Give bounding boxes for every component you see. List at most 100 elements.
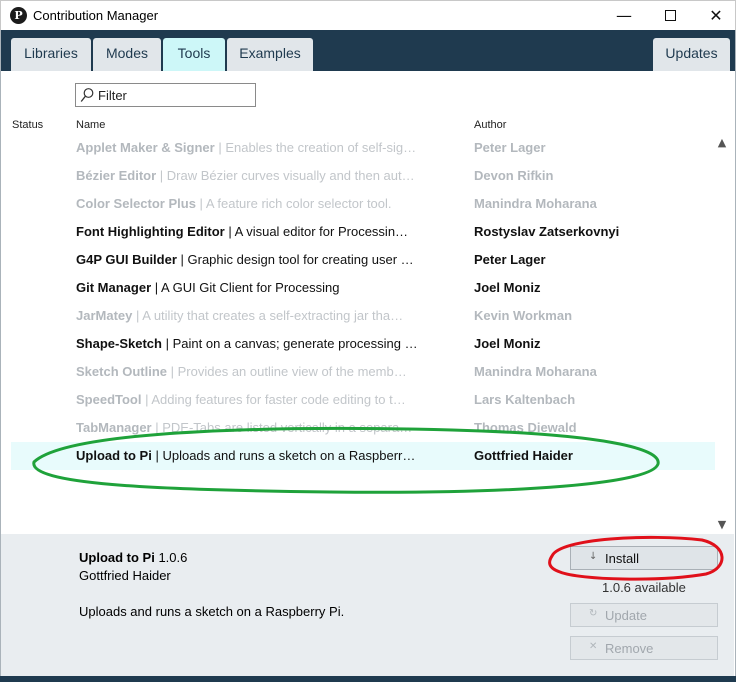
detail-version: 1.0.6 xyxy=(154,550,188,565)
table-row[interactable]: Shape-Sketch | Paint on a canvas; genera… xyxy=(11,330,715,358)
tab-libraries[interactable]: Libraries xyxy=(11,38,91,71)
table-row[interactable]: SpeedTool | Adding features for faster c… xyxy=(11,386,715,414)
row-name: Applet Maker & Signer | Enables the crea… xyxy=(76,140,426,155)
window-title: Contribution Manager xyxy=(33,8,159,23)
remove-button[interactable]: ✕ Remove xyxy=(570,636,718,660)
row-separator: | xyxy=(151,280,162,295)
row-title: Color Selector Plus xyxy=(76,196,196,211)
row-title: JarMatey xyxy=(76,308,133,323)
detail-author: Gottfried Haider xyxy=(79,568,171,583)
row-separator: | xyxy=(195,196,206,211)
row-name: Shape-Sketch | Paint on a canvas; genera… xyxy=(76,336,426,351)
table-row[interactable]: TabManager | PDE-Tabs are listed vertica… xyxy=(11,414,715,442)
row-author: Lars Kaltenbach xyxy=(474,392,576,407)
filter-box[interactable] xyxy=(75,83,256,107)
table-row[interactable]: Bézier Editor | Draw Bézier curves visua… xyxy=(11,162,715,190)
row-author: Kevin Workman xyxy=(474,308,573,323)
install-label: Install xyxy=(605,551,639,566)
row-name: Color Selector Plus | A feature rich col… xyxy=(76,196,426,211)
row-name: G4P GUI Builder | Graphic design tool fo… xyxy=(76,252,426,267)
row-title: Upload to Pi xyxy=(76,448,152,463)
install-button[interactable]: ↓ Install xyxy=(570,546,718,570)
row-author: Manindra Moharana xyxy=(474,364,597,379)
tab-modes[interactable]: Modes xyxy=(93,38,161,71)
row-author: Joel Moniz xyxy=(474,280,541,295)
table-row[interactable]: Font Highlighting Editor | A visual edit… xyxy=(11,218,715,246)
tab-examples[interactable]: Examples xyxy=(227,38,313,71)
row-separator: | xyxy=(224,224,235,239)
row-description: Paint on a canvas; generate processing … xyxy=(172,336,418,351)
tab-header: Libraries Modes Tools Examples Updates xyxy=(1,30,735,71)
row-description: A utility that creates a self-extracting… xyxy=(142,308,404,323)
processing-logo-icon: P xyxy=(10,7,27,24)
scroll-up-chevron-icon[interactable]: ▲ xyxy=(714,136,730,150)
contribution-list[interactable]: Applet Maker & Signer | Enables the crea… xyxy=(1,134,734,534)
row-name: SpeedTool | Adding features for faster c… xyxy=(76,392,426,407)
row-description: A visual editor for Processin… xyxy=(234,224,409,239)
row-author: Peter Lager xyxy=(474,252,546,267)
row-separator: | xyxy=(151,420,163,435)
filter-input[interactable] xyxy=(98,86,252,104)
search-icon xyxy=(80,88,94,102)
row-author: Gottfried Haider xyxy=(474,448,573,463)
remove-x-icon: ✕ xyxy=(589,641,598,652)
row-title: Applet Maker & Signer xyxy=(76,140,215,155)
maximize-icon xyxy=(664,9,676,21)
update-button[interactable]: ↻ Update xyxy=(570,603,718,627)
close-button[interactable]: ✕ xyxy=(693,1,736,31)
row-description: Draw Bézier curves visually and then aut… xyxy=(166,168,415,183)
row-name: Font Highlighting Editor | A visual edit… xyxy=(76,224,426,239)
row-name: JarMatey | A utility that creates a self… xyxy=(76,308,426,323)
row-name: Sketch Outline | Provides an outline vie… xyxy=(76,364,426,379)
available-version: 1.0.6 available xyxy=(602,580,686,595)
row-author: Thomas Diewald xyxy=(474,420,577,435)
title-bar: P Contribution Manager — ✕ xyxy=(0,0,736,30)
row-separator: | xyxy=(214,140,226,155)
table-row[interactable]: G4P GUI Builder | Graphic design tool fo… xyxy=(11,246,715,274)
row-separator: | xyxy=(151,448,163,463)
row-description: Adding features for faster code editing … xyxy=(151,392,406,407)
table-row[interactable]: Git Manager | A GUI Git Client for Proce… xyxy=(11,274,715,302)
row-description: A GUI Git Client for Processing xyxy=(161,280,340,295)
update-label: Update xyxy=(605,608,647,623)
row-separator: | xyxy=(161,336,173,351)
tab-updates[interactable]: Updates xyxy=(653,38,730,71)
row-description: Graphic design tool for creating user … xyxy=(187,252,414,267)
row-separator: | xyxy=(156,168,167,183)
table-row[interactable]: Applet Maker & Signer | Enables the crea… xyxy=(11,134,715,162)
row-description: PDE-Tabs are listed vertically in a sepa… xyxy=(162,420,413,435)
table-row[interactable]: Upload to Pi | Uploads and runs a sketch… xyxy=(11,442,715,470)
row-separator: | xyxy=(176,252,188,267)
row-author: Devon Rifkin xyxy=(474,168,554,183)
column-header-status[interactable]: Status xyxy=(12,119,43,131)
row-separator: | xyxy=(141,392,152,407)
row-title: Shape-Sketch xyxy=(76,336,162,351)
row-description: Enables the creation of self-sig… xyxy=(225,140,417,155)
table-row[interactable]: JarMatey | A utility that creates a self… xyxy=(11,302,715,330)
refresh-icon: ↻ xyxy=(589,608,598,619)
row-description: Provides an outline view of the memb… xyxy=(177,364,407,379)
row-name: Upload to Pi | Uploads and runs a sketch… xyxy=(76,448,426,463)
table-row[interactable]: Sketch Outline | Provides an outline vie… xyxy=(11,358,715,386)
column-header-author[interactable]: Author xyxy=(474,119,506,131)
scroll-down-chevron-icon[interactable]: ▼ xyxy=(714,518,730,532)
row-description: A feature rich color selector tool. xyxy=(205,196,392,211)
row-author: Manindra Moharana xyxy=(474,196,597,211)
row-title: Font Highlighting Editor xyxy=(76,224,225,239)
row-title: G4P GUI Builder xyxy=(76,252,177,267)
row-name: Git Manager | A GUI Git Client for Proce… xyxy=(76,280,426,295)
maximize-button[interactable] xyxy=(647,1,693,31)
table-row[interactable]: Color Selector Plus | A feature rich col… xyxy=(11,190,715,218)
row-author: Joel Moniz xyxy=(474,336,541,351)
minimize-button[interactable]: — xyxy=(601,1,647,31)
remove-label: Remove xyxy=(605,641,654,656)
row-title: Bézier Editor xyxy=(76,168,157,183)
detail-title: Upload to Pi 1.0.6 xyxy=(79,550,187,565)
row-author: Peter Lager xyxy=(474,140,546,155)
row-title: Sketch Outline xyxy=(76,364,168,379)
tab-tools[interactable]: Tools xyxy=(163,38,225,71)
column-header-name[interactable]: Name xyxy=(76,119,105,131)
row-author: Rostyslav Zatserkovnyi xyxy=(474,224,620,239)
detail-name: Upload to Pi xyxy=(79,550,155,565)
row-separator: | xyxy=(167,364,178,379)
